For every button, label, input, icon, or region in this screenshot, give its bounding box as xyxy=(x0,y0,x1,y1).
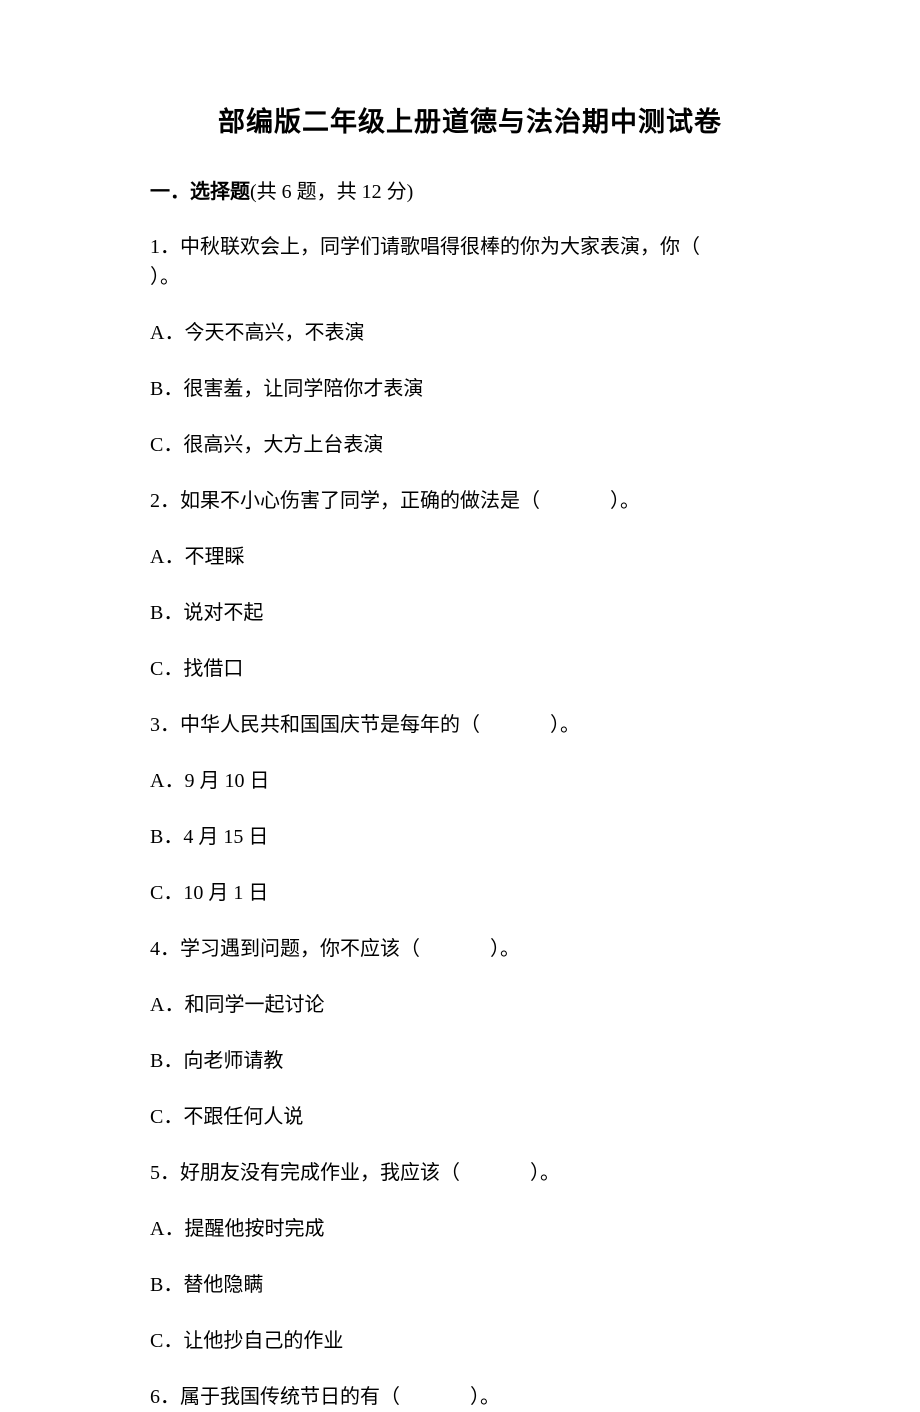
q4-option-b[interactable]: B．向老师请教 xyxy=(150,1046,790,1076)
q6-stem-text: 6．属于我国传统节日的有（ xyxy=(150,1386,400,1408)
q4-stem-end: ）。 xyxy=(490,938,520,960)
q1-option-c[interactable]: C．很高兴，大方上台表演 xyxy=(150,430,790,460)
q6-stem: 6．属于我国传统节日的有（ ）。 xyxy=(150,1382,790,1412)
q2-option-c[interactable]: C．找借口 xyxy=(150,654,790,684)
q1-option-a[interactable]: A．今天不高兴，不表演 xyxy=(150,318,790,348)
q6-stem-end: ）。 xyxy=(470,1386,500,1408)
q5-option-a[interactable]: A．提醒他按时完成 xyxy=(150,1214,790,1244)
q4-option-a[interactable]: A．和同学一起讨论 xyxy=(150,990,790,1020)
q1-option-b[interactable]: B．很害羞，让同学陪你才表演 xyxy=(150,374,790,404)
q3-option-b[interactable]: B．4 月 15 日 xyxy=(150,822,790,852)
q5-option-b[interactable]: B．替他隐瞒 xyxy=(150,1270,790,1300)
q2-option-b[interactable]: B．说对不起 xyxy=(150,598,790,628)
q5-stem: 5．好朋友没有完成作业，我应该（ ）。 xyxy=(150,1158,790,1188)
section-1-meta: (共 6 题，共 12 分) xyxy=(250,181,413,203)
q2-stem: 2．如果不小心伤害了同学，正确的做法是（ ）。 xyxy=(150,486,790,516)
q5-stem-text: 5．好朋友没有完成作业，我应该（ xyxy=(150,1162,460,1184)
exam-title: 部编版二年级上册道德与法治期中测试卷 xyxy=(150,100,790,139)
q4-stem: 4．学习遇到问题，你不应该（ ）。 xyxy=(150,934,790,964)
q5-stem-end: ）。 xyxy=(530,1162,560,1184)
q1-stem-text: 1．中秋联欢会上，同学们请歌唱得很棒的你为大家表演，你（ xyxy=(150,236,700,258)
q3-stem-text: 3．中华人民共和国国庆节是每年的（ xyxy=(150,714,480,736)
q3-stem-end: ）。 xyxy=(550,714,580,736)
section-1-header: 一．选择题(共 6 题，共 12 分) xyxy=(150,175,790,204)
q5-option-c[interactable]: C．让他抄自己的作业 xyxy=(150,1326,790,1356)
q4-stem-text: 4．学习遇到问题，你不应该（ xyxy=(150,938,420,960)
q3-option-c[interactable]: C．10 月 1 日 xyxy=(150,878,790,908)
q2-stem-text: 2．如果不小心伤害了同学，正确的做法是（ xyxy=(150,490,540,512)
q1-stem: 1．中秋联欢会上，同学们请歌唱得很棒的你为大家表演，你（ ）。 xyxy=(150,232,790,292)
q2-stem-end: ）。 xyxy=(610,490,640,512)
section-1-label: 一．选择题 xyxy=(150,181,250,203)
q1-stem-end: ）。 xyxy=(150,266,180,288)
q3-stem: 3．中华人民共和国国庆节是每年的（ ）。 xyxy=(150,710,790,740)
q3-option-a[interactable]: A．9 月 10 日 xyxy=(150,766,790,796)
q2-option-a[interactable]: A．不理睬 xyxy=(150,542,790,572)
q4-option-c[interactable]: C．不跟任何人说 xyxy=(150,1102,790,1132)
